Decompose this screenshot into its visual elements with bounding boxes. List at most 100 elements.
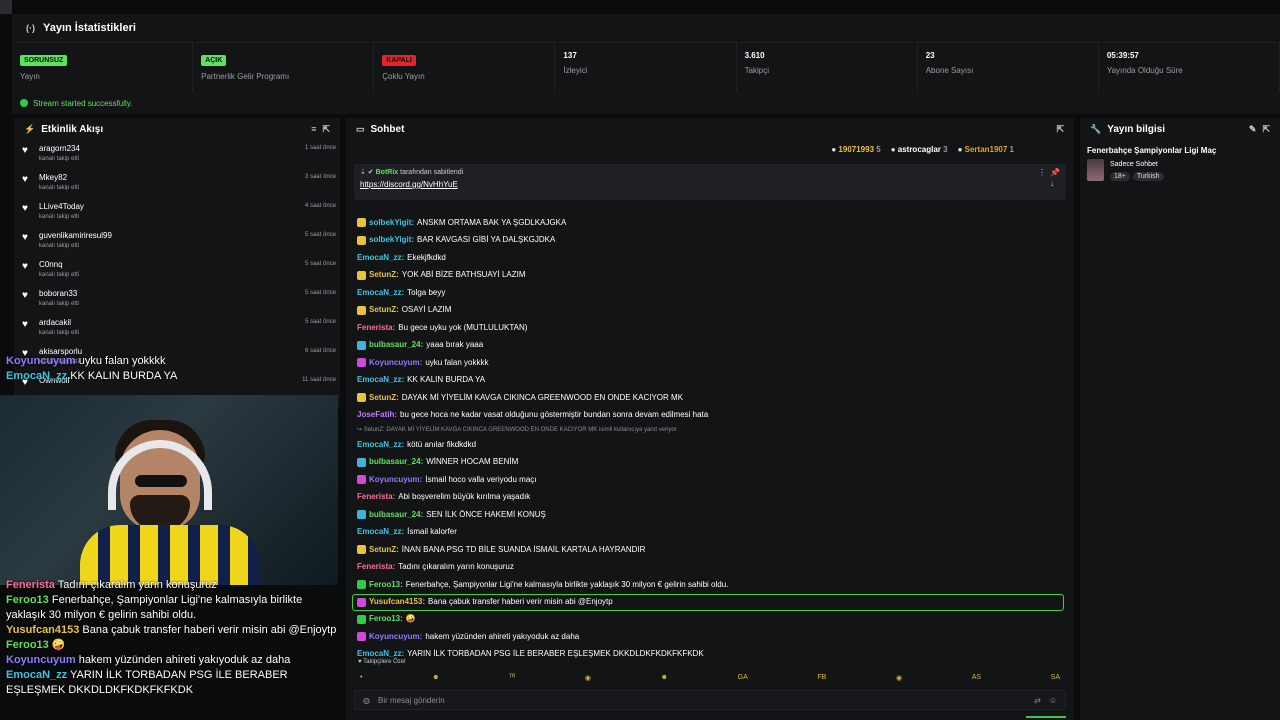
chat-username[interactable]: EmocaN_zz: xyxy=(357,526,404,538)
chat-message: Fenerista: Tadını çıkaralım yarın konuşur… xyxy=(356,559,1068,577)
status-badge: KAPALI xyxy=(382,55,416,66)
emote[interactable]: GA xyxy=(738,674,748,682)
pinned-link[interactable]: https://discord.gg/NvHhYuE xyxy=(360,180,1060,189)
stream-tags: 18+ Turkish xyxy=(1110,172,1164,181)
chat-username[interactable]: SetunZ: xyxy=(369,269,399,281)
stat-label: Takipçi xyxy=(744,66,770,75)
top-viewer[interactable]: ● Sertan1907 1 xyxy=(958,145,1014,154)
more-icon[interactable]: ⋮ xyxy=(1038,168,1046,177)
chat-username[interactable]: EmocaN_zz: xyxy=(357,439,404,451)
chat-text: İNAN BANA PSG TD BİLE SUANDA İSMAİL KART… xyxy=(401,544,646,554)
category-thumbnail xyxy=(1087,159,1104,181)
top-viewer-name: Sertan1907 xyxy=(964,144,1008,154)
left-tab[interactable] xyxy=(0,0,12,14)
stream-tag[interactable]: Turkish xyxy=(1132,172,1164,181)
chat-username[interactable]: SetunZ: xyxy=(369,544,399,556)
chat-text: İsmail hoco valla veriyodu maçı xyxy=(425,474,537,484)
chat-username[interactable]: Yusufcan4153: xyxy=(369,596,425,608)
activity-username[interactable]: ardacakil xyxy=(39,318,79,327)
chat-username[interactable]: solbekYigit: xyxy=(369,217,414,229)
emote[interactable]: ☻ xyxy=(432,674,439,682)
chat-message: EmocaN_zz: Ekekjfkdkd xyxy=(356,249,1068,267)
activity-username[interactable]: LLive4Today xyxy=(39,202,84,211)
chat-username[interactable]: bulbasaur_24: xyxy=(369,456,423,468)
filter-icon[interactable]: ≡ xyxy=(311,124,316,134)
status-badge: AÇIK xyxy=(201,55,227,66)
send-button[interactable] xyxy=(1026,716,1066,718)
stat-label: Çoklu Yayın xyxy=(382,72,425,81)
overlay-message: hakem yüzünden ahireti yakıyoduk az daha xyxy=(75,654,291,666)
chat-username[interactable]: solbekYigit: xyxy=(369,234,414,246)
overlay-username: Koyuncuyum xyxy=(6,654,76,666)
chat-text: Ekekjfkdkd xyxy=(407,252,446,262)
top-viewer[interactable]: ● 19071993 5 xyxy=(831,145,880,154)
chat-header: ▭ Sohbet ⇱ xyxy=(346,118,1074,140)
chat-username[interactable]: Fenerista: xyxy=(357,322,395,334)
emote[interactable]: • xyxy=(360,674,362,682)
chat-messages: solbekYigit: ANSKM ORTAMA BAK YA ŞGDLKAJG… xyxy=(352,214,1068,663)
chat-username[interactable]: EmocaN_zz: xyxy=(357,287,404,299)
emote[interactable]: AS xyxy=(972,674,981,682)
chat-username[interactable]: Feroo13: xyxy=(369,579,403,591)
activity-item[interactable]: ♥ C0nnq kanalı takip etti 5 saat önce xyxy=(14,256,340,285)
top-viewer[interactable]: ● astrocaglar 3 xyxy=(891,145,948,154)
emote[interactable]: ᵀᴿ xyxy=(509,674,515,682)
top-bar xyxy=(0,0,1280,14)
chat-username[interactable]: JoseFatih: xyxy=(357,409,397,421)
edit-icon[interactable]: ✎ xyxy=(1249,124,1257,135)
activity-username[interactable]: C0nnq xyxy=(39,260,79,269)
stream-title: Fenerbahçe Şampiyonlar Ligi Maç xyxy=(1087,146,1217,155)
activity-text: aragorn234 kanalı takip etti xyxy=(39,144,80,162)
activity-item[interactable]: ♥ guvenlikamiriresul99 kanalı takip etti 5 … xyxy=(14,227,340,256)
popout-icon[interactable]: ⇱ xyxy=(1262,124,1270,135)
emote[interactable]: ◉ xyxy=(585,674,591,682)
chat-username[interactable]: Feroo13: xyxy=(369,613,403,625)
activity-username[interactable]: aragorn234 xyxy=(39,144,80,153)
emoji-icon[interactable]: ☺ xyxy=(1049,696,1057,705)
activity-item[interactable]: ♥ ardacakil kanalı takip etti 5 saat önce xyxy=(14,314,340,343)
activity-item[interactable]: ♥ boboran33 kanalı takip etti 5 saat önce xyxy=(14,285,340,314)
chat-username[interactable]: EmocaN_zz: xyxy=(357,252,404,264)
chat-message: SetunZ: DAYAK Mİ YİYELİM KAVGA CIKINCA GR… xyxy=(356,389,1068,407)
status-message: Stream started successfully. xyxy=(12,92,1280,114)
stream-tag[interactable]: 18+ xyxy=(1110,172,1130,181)
emote[interactable]: ◉ xyxy=(896,674,902,682)
chat-username[interactable]: Koyuncuyum: xyxy=(369,631,422,643)
chat-username[interactable]: EmocaN_zz: xyxy=(357,374,404,386)
emote[interactable]: ☻ xyxy=(661,674,668,682)
stream-category-row: Sadece Sohbet 18+ Turkish xyxy=(1080,155,1280,185)
activity-item[interactable]: ♥ Mkey82 kanalı takip etti 3 saat önce xyxy=(14,169,340,198)
popout-icon[interactable]: ⇱ xyxy=(322,124,330,135)
activity-item[interactable]: ♥ aragorn234 kanalı takip etti 1 saat önce xyxy=(14,140,340,169)
badge-icon xyxy=(357,632,366,642)
followers-only-label: ♥ Takipçilere Özel xyxy=(358,659,406,665)
pin-icon[interactable]: 📌 xyxy=(1050,168,1060,177)
heart-icon: ♥ xyxy=(22,290,28,301)
chat-username[interactable]: SetunZ: xyxy=(369,392,399,404)
chat-username[interactable]: bulbasaur_24: xyxy=(369,339,423,351)
activity-username[interactable]: boboran33 xyxy=(39,289,79,298)
chat-username[interactable]: Koyuncuyum: xyxy=(369,474,422,486)
emote[interactable]: FB xyxy=(817,674,826,682)
chat-username[interactable]: bulbasaur_24: xyxy=(369,509,423,521)
chevron-down-icon[interactable]: ↓ xyxy=(1050,179,1060,188)
chat-bubble-icon: ◍ xyxy=(363,695,370,705)
chat-username[interactable]: SetunZ: xyxy=(369,304,399,316)
chat-message: Yusufcan4153: Bana çabuk transfer haberi … xyxy=(352,593,1064,611)
translate-icon[interactable]: ⇄ xyxy=(1034,696,1041,705)
stat-label: İzleyici xyxy=(563,66,588,75)
top-viewers: ● 19071993 5 ● astrocaglar 3 ● Sertan1907 … xyxy=(346,140,1074,158)
stream-category[interactable]: Sadece Sohbet xyxy=(1110,161,1164,168)
chat-username[interactable]: Koyuncuyum: xyxy=(369,357,422,369)
popout-icon[interactable]: ⇱ xyxy=(1056,124,1064,135)
chat-username[interactable]: Fenerista: xyxy=(357,491,395,503)
activity-text: LLive4Today kanalı takip etti xyxy=(39,202,84,220)
chat-bubble-icon: ▭ xyxy=(356,123,365,134)
chat-username[interactable]: Fenerista: xyxy=(357,561,395,573)
chat-message: EmocaN_zz: İsmail kalorfer xyxy=(356,524,1068,542)
emote[interactable]: SA xyxy=(1051,674,1060,682)
chat-input[interactable]: ◍ Bir mesaj gönderin ⇄ ☺ xyxy=(354,690,1066,710)
activity-item[interactable]: ♥ LLive4Today kanalı takip etti 4 saat önce xyxy=(14,198,340,227)
activity-username[interactable]: Mkey82 xyxy=(39,173,79,182)
activity-username[interactable]: guvenlikamiriresul99 xyxy=(39,231,112,240)
